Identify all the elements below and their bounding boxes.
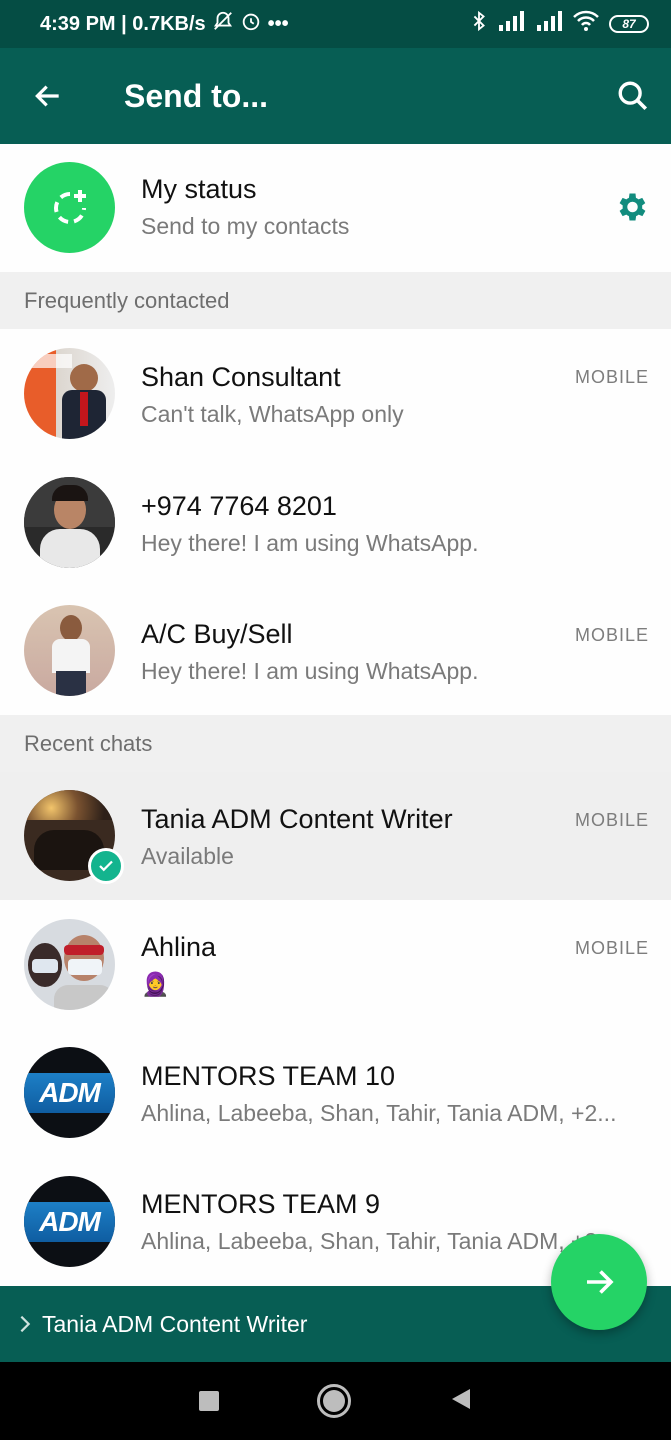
contact-row[interactable]: Shan Consultant Can't talk, WhatsApp onl…	[0, 329, 671, 458]
my-status-name: My status	[141, 174, 257, 204]
chat-row[interactable]: ADM MENTORS TEAM 10 Ahlina, Labeeba, Sha…	[0, 1029, 671, 1157]
more-notifications-icon: •••	[267, 12, 289, 35]
chat-name: MENTORS TEAM 10	[141, 1061, 396, 1091]
signal-icon-2	[535, 11, 563, 37]
group-avatar: ADM	[24, 1176, 115, 1267]
chat-row-selected[interactable]: Tania ADM Content Writer Available MOBIL…	[0, 772, 671, 900]
group-logo-text: ADM	[39, 1206, 101, 1237]
contact-status: Hey there! I am using WhatsApp.	[141, 530, 479, 556]
battery-icon: 87	[609, 15, 649, 33]
home-button[interactable]	[317, 1384, 352, 1418]
system-nav-bar	[0, 1362, 671, 1440]
my-status-avatar	[24, 162, 115, 253]
back-button[interactable]	[0, 48, 96, 144]
contact-type-label: MOBILE	[574, 625, 649, 645]
recent-apps-button[interactable]	[199, 1391, 220, 1411]
status-bar: 4:39 PM | 0.7KB/s ••• 87	[0, 0, 671, 48]
my-status-subtitle: Send to my contacts	[141, 213, 350, 239]
contact-name: +974 7764 8201	[141, 491, 337, 521]
contact-status: Can't talk, WhatsApp only	[141, 401, 404, 427]
contact-type-label: MOBILE	[574, 938, 649, 958]
group-logo-text: ADM	[39, 1077, 101, 1108]
wifi-icon	[573, 10, 599, 38]
chevron-right-icon	[20, 1315, 31, 1333]
contact-row[interactable]: A/C Buy/Sell Hey there! I am using Whats…	[0, 587, 671, 715]
contact-name: A/C Buy/Sell	[141, 619, 293, 649]
app-bar: Send to...	[0, 48, 671, 144]
arrow-right-icon	[587, 1270, 614, 1294]
avatar	[24, 605, 115, 696]
bluetooth-icon	[471, 10, 487, 38]
alarm-icon	[240, 10, 262, 38]
contact-status: Hey there! I am using WhatsApp.	[141, 658, 479, 684]
contact-name: Shan Consultant	[141, 362, 341, 392]
contact-type-label: MOBILE	[574, 810, 649, 830]
chat-row[interactable]: Ahlina 🧕 MOBILE	[0, 900, 671, 1029]
arrow-left-icon	[35, 85, 59, 107]
chat-name: Tania ADM Content Writer	[141, 804, 453, 834]
search-button[interactable]	[595, 48, 671, 144]
back-nav-button[interactable]	[450, 1387, 472, 1416]
mute-icon	[212, 10, 234, 38]
selected-contacts-text: Tania ADM Content Writer	[42, 1310, 308, 1337]
contact-type-label: MOBILE	[574, 367, 649, 387]
chat-status: Available	[141, 843, 234, 869]
chat-name: Ahlina	[141, 932, 217, 962]
search-icon	[618, 81, 648, 111]
chat-name: MENTORS TEAM 9	[141, 1189, 381, 1219]
avatar	[24, 348, 115, 439]
send-button[interactable]	[551, 1234, 647, 1330]
selected-check-icon	[88, 848, 124, 884]
signal-icon-1	[497, 11, 525, 37]
chat-status-emoji: 🧕	[141, 971, 170, 997]
avatar	[24, 477, 115, 568]
avatar	[24, 919, 115, 1010]
add-status-icon	[53, 189, 86, 224]
gear-icon[interactable]	[613, 189, 649, 230]
section-header-frequent: Frequently contacted	[0, 272, 671, 329]
status-time: 4:39 PM | 0.7KB/s	[40, 12, 206, 35]
page-title: Send to...	[124, 77, 268, 114]
my-status-row[interactable]: My status Send to my contacts	[0, 144, 671, 272]
group-avatar: ADM	[24, 1047, 115, 1138]
contact-row[interactable]: +974 7764 8201 Hey there! I am using Wha…	[0, 458, 671, 587]
section-header-recent: Recent chats	[0, 715, 671, 772]
chat-members: Ahlina, Labeeba, Shan, Tahir, Tania ADM,…	[141, 1100, 617, 1126]
